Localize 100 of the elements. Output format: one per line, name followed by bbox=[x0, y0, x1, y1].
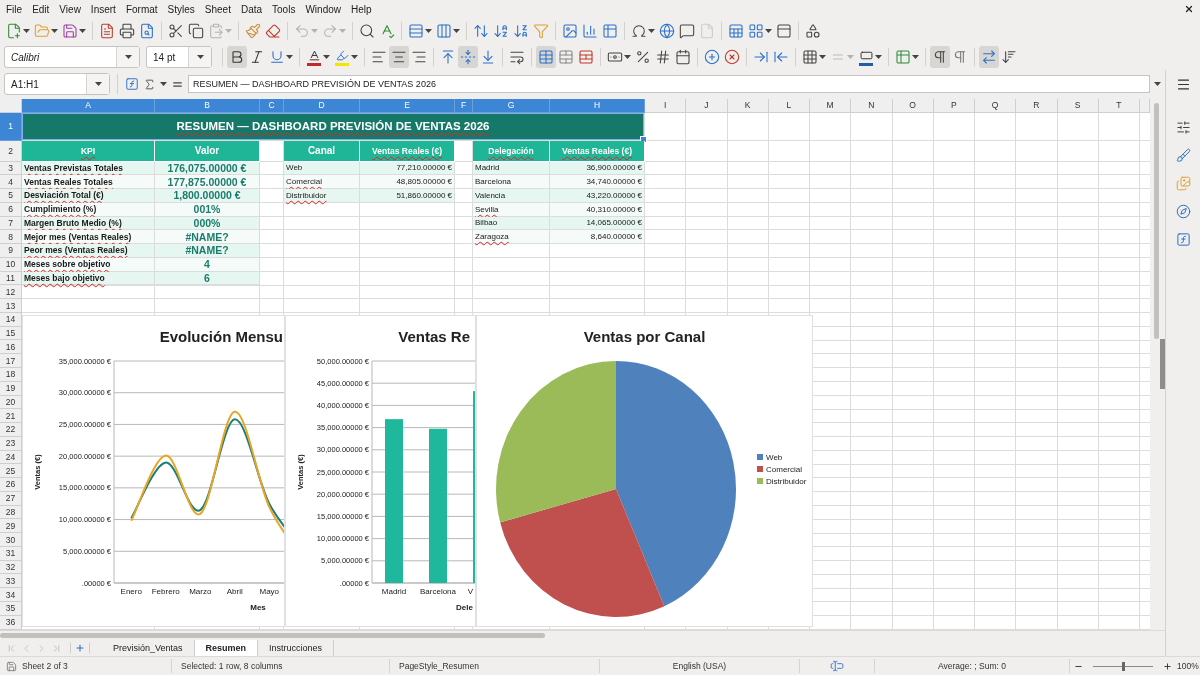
column-header[interactable]: G bbox=[473, 98, 550, 113]
menu-item[interactable]: Help bbox=[346, 3, 377, 15]
column-header[interactable]: D bbox=[284, 98, 360, 113]
arrows-button[interactable] bbox=[979, 46, 999, 68]
column-header[interactable]: J bbox=[686, 98, 728, 113]
search-icon bbox=[359, 23, 375, 39]
slider-thumb[interactable] bbox=[1122, 661, 1125, 671]
selection-info: Selected: 1 row, 8 columns bbox=[181, 661, 283, 671]
menu-item[interactable]: Window bbox=[300, 3, 346, 15]
table-grid-button[interactable] bbox=[536, 46, 556, 68]
eraser-icon bbox=[265, 23, 281, 39]
split-cells-icon bbox=[578, 49, 594, 65]
function-icon[interactable] bbox=[1175, 232, 1191, 247]
compass-icon[interactable] bbox=[1175, 204, 1191, 219]
row-header[interactable]: 35 bbox=[0, 602, 22, 616]
sheet-tab[interactable]: Previsión_Ventas bbox=[102, 640, 195, 656]
zoom-in-icon[interactable] bbox=[1163, 661, 1172, 671]
caret-icon bbox=[425, 29, 432, 33]
save-icon[interactable] bbox=[6, 660, 17, 672]
text-cursor-input-icon[interactable] bbox=[830, 659, 844, 673]
font-name-combobox[interactable]: Calibri bbox=[4, 46, 140, 68]
menu-icon[interactable] bbox=[1175, 77, 1191, 92]
row-header[interactable]: 16 bbox=[0, 340, 22, 355]
column-header[interactable]: B bbox=[155, 98, 260, 113]
column-header[interactable]: M bbox=[810, 98, 852, 113]
column-header[interactable]: S bbox=[1057, 98, 1099, 113]
column-header[interactable]: E bbox=[360, 98, 455, 113]
column-header[interactable]: H bbox=[550, 98, 645, 113]
caret-icon bbox=[339, 29, 346, 33]
name-box[interactable]: A1:H1 bbox=[4, 73, 110, 96]
table-cell: Distribuidor bbox=[284, 189, 360, 203]
align-center-button[interactable] bbox=[389, 46, 409, 68]
table-cell: 1,800.00000 € bbox=[155, 189, 260, 203]
row-header[interactable]: 21 bbox=[0, 409, 22, 424]
menu-item[interactable]: Data bbox=[235, 3, 268, 15]
category-label: Mayo bbox=[259, 586, 280, 596]
row-header[interactable]: 29 bbox=[0, 519, 22, 534]
menu-item[interactable]: Insert bbox=[85, 3, 121, 15]
legend-label: Web bbox=[766, 452, 783, 462]
column-header[interactable]: C bbox=[260, 98, 284, 113]
table-cell: Peor mes (Ventas Reales) bbox=[22, 244, 155, 258]
sheet-tab[interactable]: Instrucciones bbox=[258, 640, 335, 656]
sliders-icon[interactable] bbox=[1175, 120, 1191, 135]
pilcrow-icon bbox=[952, 49, 968, 65]
close-icon[interactable] bbox=[1184, 4, 1194, 14]
sigma-icon[interactable] bbox=[143, 77, 156, 91]
menu-item[interactable]: Format bbox=[120, 3, 163, 15]
row-header[interactable]: 34 bbox=[0, 588, 22, 602]
menu-item[interactable]: File bbox=[1, 3, 28, 15]
function-icon[interactable] bbox=[125, 77, 139, 92]
column-header[interactable]: I bbox=[645, 98, 687, 113]
column-header[interactable]: Q bbox=[975, 98, 1017, 113]
formula-input[interactable]: RESUMEN — DASHBOARD PREVISIÓN DE VENTAS 2026 bbox=[188, 75, 1150, 94]
caret-icon bbox=[847, 55, 854, 59]
menu-item[interactable]: Sheet bbox=[199, 3, 236, 15]
row-header[interactable]: 1 bbox=[0, 112, 22, 141]
column-header[interactable]: N bbox=[851, 98, 893, 113]
column-header[interactable]: O bbox=[892, 98, 934, 113]
font-size-combobox[interactable]: 14 pt bbox=[146, 46, 212, 68]
sidebar-handle[interactable] bbox=[1160, 338, 1165, 389]
horizontal-scrollbar[interactable] bbox=[0, 632, 545, 638]
row-header[interactable]: 30 bbox=[0, 533, 22, 547]
row-header[interactable]: 12 bbox=[0, 285, 22, 300]
wrap-text-icon bbox=[509, 49, 525, 65]
row-header[interactable]: 25 bbox=[0, 464, 22, 479]
sheet-tab[interactable]: Resumen bbox=[194, 640, 259, 656]
bold-button[interactable] bbox=[227, 46, 247, 68]
row-header[interactable]: 2 bbox=[0, 140, 22, 162]
row-header[interactable]: 13 bbox=[0, 299, 22, 313]
column-header[interactable]: A bbox=[22, 98, 155, 113]
align-middle-button[interactable] bbox=[458, 46, 478, 68]
column-header[interactable]: F bbox=[455, 98, 473, 113]
table-cell: 48,805.00000 € bbox=[360, 175, 455, 190]
language[interactable]: English (USA) bbox=[672, 661, 727, 671]
brush-icon[interactable] bbox=[1175, 148, 1191, 163]
menu-item[interactable]: Styles bbox=[162, 3, 200, 15]
row-header[interactable]: 17 bbox=[0, 354, 22, 368]
pilcrow-button[interactable] bbox=[930, 46, 950, 68]
column-header[interactable]: T bbox=[1098, 98, 1140, 113]
axis-title: Mes bbox=[250, 602, 266, 612]
row-header[interactable]: 5 bbox=[0, 189, 22, 203]
vertical-scrollbar[interactable] bbox=[1154, 102, 1159, 339]
menu-item[interactable]: Edit bbox=[27, 3, 55, 15]
row-header[interactable]: 9 bbox=[0, 244, 22, 258]
filter-icon bbox=[533, 23, 549, 39]
column-header[interactable]: P bbox=[933, 98, 975, 113]
sheet-icon bbox=[728, 23, 744, 39]
menu-item[interactable]: View bbox=[54, 3, 86, 15]
column-header[interactable]: R bbox=[1016, 98, 1058, 113]
menu-item[interactable]: Tools bbox=[267, 3, 301, 15]
column-header[interactable]: K bbox=[727, 98, 769, 113]
caret-icon bbox=[79, 29, 86, 33]
row-header[interactable]: 33 bbox=[0, 574, 22, 589]
row-header[interactable]: 26 bbox=[0, 478, 22, 492]
add-sheet-button[interactable] bbox=[70, 643, 90, 653]
column-header[interactable]: L bbox=[768, 98, 810, 113]
row-header[interactable]: 8 bbox=[0, 230, 22, 245]
row-header[interactable]: 4 bbox=[0, 175, 22, 190]
grid-icon bbox=[748, 23, 764, 39]
row-header[interactable]: 22 bbox=[0, 423, 22, 437]
